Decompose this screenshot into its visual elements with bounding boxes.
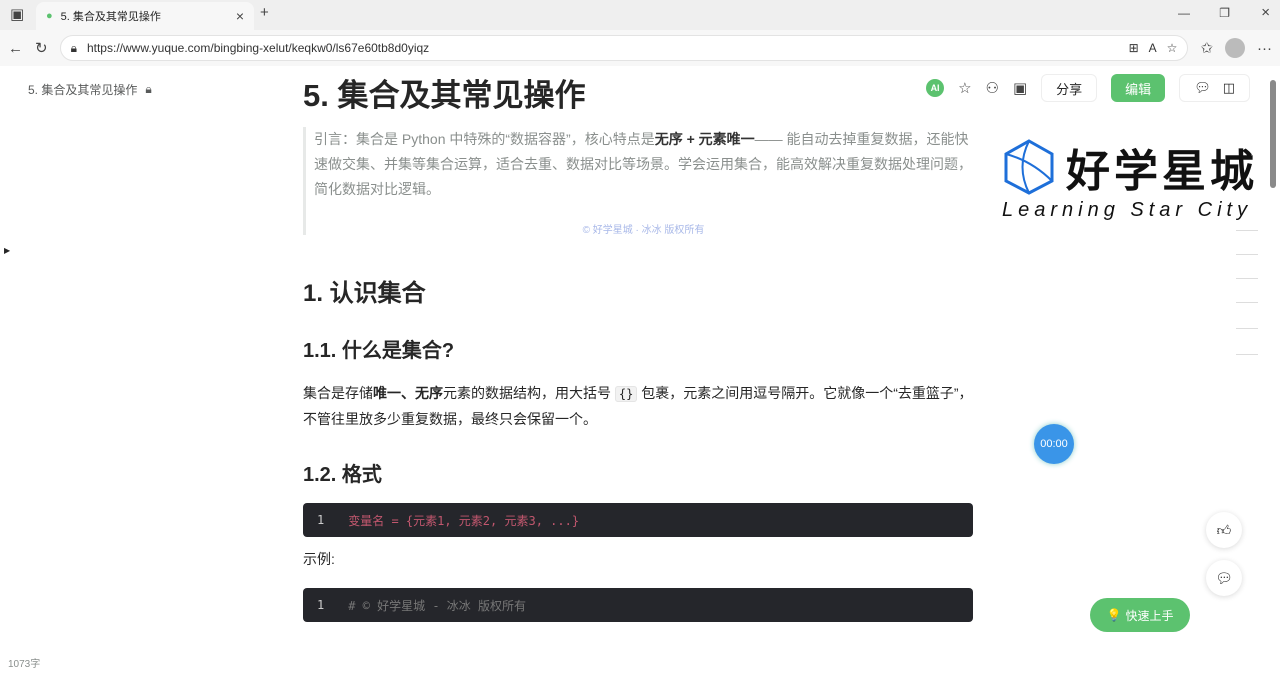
restore-icon[interactable]: ❐ <box>1219 6 1230 20</box>
code-block[interactable]: 1 变量名 = {元素1, 元素2, 元素3, ...} <box>303 503 973 537</box>
comment-icon[interactable]: 💬︎ <box>1194 80 1211 96</box>
intro-quote: 引言：集合是 Python 中特殊的“数据容器”，核心特点是无序 + 元素唯一—… <box>303 127 973 236</box>
p-text: 集合是存储 <box>303 385 373 401</box>
url-field[interactable]: 🔒︎ https://www.yuque.com/bingbing-xelut/… <box>59 35 1189 61</box>
copyright-watermark: © 好学星城 · 冰冰 版权所有 <box>582 225 705 236</box>
toc-marker[interactable] <box>1236 230 1258 231</box>
lock-icon: 🔒︎ <box>145 81 152 96</box>
lock-icon: 🔒︎ <box>70 40 77 55</box>
quote-bold: 无序 + 元素唯一 <box>654 131 755 147</box>
code-block[interactable]: 1 # © 好学星城 - 冰冰 版权所有 <box>303 588 973 622</box>
profile-avatar[interactable] <box>1225 38 1245 58</box>
browser-tab[interactable]: ● 5. 集合及其常见操作 × <box>36 2 254 30</box>
quick-start-button[interactable]: 💡 快速上手 <box>1090 598 1190 632</box>
heading-1-1: 1.1. 什么是集合? <box>303 340 455 362</box>
logo-hexagon-icon <box>1004 139 1054 195</box>
heading-1: 1. 认识集合 <box>303 280 426 307</box>
line-number: 1 <box>317 598 325 612</box>
tab-title: 5. 集合及其常见操作 <box>60 11 161 23</box>
url-text: https://www.yuque.com/bingbing-xelut/keq… <box>86 41 430 55</box>
thumbs-up-icon: 👍︎ <box>1216 521 1232 538</box>
tab-actions-icon[interactable]: ▣ <box>10 5 24 23</box>
close-window-icon[interactable]: × <box>1261 4 1270 21</box>
inline-code: {} <box>614 386 638 402</box>
side-tools: 💬︎ ◫ <box>1179 74 1250 102</box>
back-icon[interactable]: ← <box>8 40 23 57</box>
toc-marker[interactable] <box>1236 354 1258 355</box>
favorites-icon[interactable]: ✩ <box>1200 39 1213 57</box>
paragraph: 集合是存储唯一、无序元素的数据结构，用大括号 {} 包裹，元素之间用逗号隔开。它… <box>303 381 973 432</box>
logo-watermark: 好学星城 Learning Star City <box>1002 135 1264 222</box>
edit-button[interactable]: 编辑 <box>1111 74 1166 102</box>
tab-bar: ▣ ● 5. 集合及其常见操作 × + — ❐ × <box>0 0 1280 30</box>
sidebar-toggle-icon[interactable]: ◫ <box>1223 80 1235 96</box>
present-icon[interactable]: ▣ <box>1013 79 1027 97</box>
toc-marker[interactable] <box>1236 254 1258 255</box>
add-collaborator-icon[interactable]: ⚇ <box>986 79 999 97</box>
comment-icon: 💬︎ <box>1215 569 1233 586</box>
apps-icon[interactable]: ⊞ <box>1129 41 1139 55</box>
minimize-icon[interactable]: — <box>1178 6 1190 20</box>
line-number: 1 <box>317 513 325 527</box>
toc-marker[interactable] <box>1236 328 1258 329</box>
lightbulb-icon: 💡 <box>1106 608 1122 622</box>
address-bar-row: ← ↻ 🔒︎ https://www.yuque.com/bingbing-xe… <box>0 30 1280 66</box>
new-tab-icon[interactable]: + <box>260 4 269 21</box>
timer-widget[interactable]: 00:00 <box>1034 424 1074 464</box>
toc-marker[interactable] <box>1236 302 1258 303</box>
doc-actions: AI ☆ ⚇ ▣ 分享 编辑 💬︎ ◫ <box>926 74 1250 102</box>
word-count: 1073字 <box>8 659 41 670</box>
quick-start-label: 快速上手 <box>1125 608 1174 623</box>
share-button[interactable]: 分享 <box>1041 74 1098 102</box>
code-line: 变量名 = {元素1, 元素2, 元素3, ...} <box>348 513 580 528</box>
p-text: 元素的数据结构，用大括号 <box>443 385 611 401</box>
expand-sidebar-icon[interactable]: ▶ <box>4 246 10 255</box>
favorite-icon[interactable]: ☆ <box>1167 41 1178 55</box>
toc-marker[interactable] <box>1236 278 1258 279</box>
logo-en: Learning Star City <box>1002 199 1253 221</box>
doc-title: 5. 集合及其常见操作 <box>303 78 586 113</box>
refresh-icon[interactable]: ↻ <box>35 39 48 57</box>
p-bold: 唯一、无序 <box>373 385 443 401</box>
comment-button[interactable]: 💬︎ <box>1206 560 1242 596</box>
read-aloud-icon[interactable]: A <box>1149 41 1157 55</box>
doc-breadcrumb-title[interactable]: 5. 集合及其常见操作 <box>28 81 137 98</box>
logo-cn: 好学星城 <box>1066 147 1258 196</box>
yuque-favicon-icon: ● <box>46 10 53 22</box>
scrollbar[interactable] <box>1270 80 1276 188</box>
code-line: # © 好学星城 - 冰冰 版权所有 <box>348 598 527 613</box>
close-tab-icon[interactable]: × <box>236 8 244 24</box>
example-label: 示例: <box>303 551 335 567</box>
like-button[interactable]: 👍︎ <box>1206 512 1242 548</box>
quote-text: 引言：集合是 Python 中特殊的“数据容器”，核心特点是 <box>314 131 655 147</box>
more-icon[interactable]: ··· <box>1257 40 1272 57</box>
heading-1-2: 1.2. 格式 <box>303 464 382 486</box>
doc-content: 5. 集合及其常见操作 引言：集合是 Python 中特殊的“数据容器”，核心特… <box>303 70 973 622</box>
